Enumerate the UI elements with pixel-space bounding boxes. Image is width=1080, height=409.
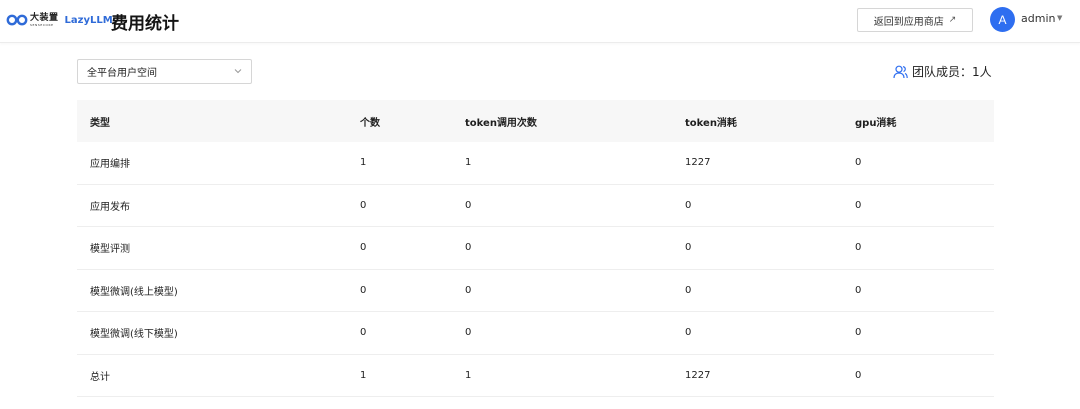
table-cell: 1 <box>465 157 472 169</box>
chevron-down-icon[interactable]: ▼ <box>1057 14 1062 22</box>
table-cell: 模型微调(线下模型) <box>90 329 178 341</box>
avatar[interactable]: A <box>990 7 1015 32</box>
table-cell: 0 <box>855 284 862 296</box>
top-header: 大装置 SENSECORE LazyLLM 费用统计 返回到应用商店 ↗ A a… <box>0 0 1080 43</box>
page-title: 费用统计 <box>111 14 179 34</box>
table-cell: 1 <box>360 157 367 169</box>
sensecore-logo-icon <box>6 14 28 26</box>
table-cell: 0 <box>465 284 472 296</box>
column-header: token消耗 <box>685 117 737 129</box>
back-button-label: 返回到应用商店 <box>873 16 944 28</box>
column-header: gpu消耗 <box>855 117 897 129</box>
table-cell: 0 <box>855 242 862 254</box>
table-row: 模型评测 0 0 0 0 <box>77 227 994 270</box>
logo-cn-text: 大装置 <box>30 12 59 23</box>
table-cell: 0 <box>855 157 862 169</box>
table-cell: 0 <box>685 242 692 254</box>
team-members-label: 团队成员：1人 <box>912 65 992 79</box>
external-arrow-icon: ↗ <box>948 15 957 25</box>
brand-logo[interactable]: 大装置 SENSECORE LazyLLM <box>6 10 113 30</box>
column-header: 个数 <box>360 117 380 129</box>
logo-en-text: SENSECORE <box>30 22 54 27</box>
table-cell: 总计 <box>90 371 110 383</box>
column-header: 类型 <box>90 117 110 129</box>
users-icon <box>893 65 908 78</box>
table-cell: 1227 <box>685 369 711 381</box>
table-cell: 0 <box>465 199 472 211</box>
table-row: 应用编排 1 1 1227 0 <box>77 142 994 185</box>
table-cell: 0 <box>855 199 862 211</box>
team-members-info: 团队成员：1人 <box>893 63 992 80</box>
table-cell: 应用编排 <box>90 159 130 171</box>
table-cell: 0 <box>685 199 692 211</box>
table-header-row: 类型 个数 token调用次数 token消耗 gpu消耗 <box>77 100 994 142</box>
table-cell: 0 <box>360 199 367 211</box>
cost-statistics-table: 类型 个数 token调用次数 token消耗 gpu消耗 应用编排 1 1 1… <box>77 100 994 397</box>
table-cell: 0 <box>465 327 472 339</box>
table-cell: 0 <box>685 327 692 339</box>
column-header: token调用次数 <box>465 117 537 129</box>
logo-product-name: LazyLLM <box>64 14 113 26</box>
table-cell: 1227 <box>685 157 711 169</box>
table-cell: 1 <box>465 369 472 381</box>
table-cell: 0 <box>360 284 367 296</box>
table-cell: 0 <box>685 284 692 296</box>
table-row: 模型微调(线下模型) 0 0 0 0 <box>77 312 994 355</box>
table-cell: 模型评测 <box>90 244 130 256</box>
table-row: 模型微调(线上模型) 0 0 0 0 <box>77 270 994 312</box>
table-row: 应用发布 0 0 0 0 <box>77 185 994 227</box>
table-cell: 0 <box>465 242 472 254</box>
table-cell: 0 <box>855 369 862 381</box>
user-space-select-value: 全平台用户空间 <box>87 68 157 79</box>
chevron-down-icon <box>234 69 242 74</box>
table-cell: 0 <box>360 327 367 339</box>
table-cell: 0 <box>855 327 862 339</box>
table-cell: 1 <box>360 369 367 381</box>
table-cell: 模型微调(线上模型) <box>90 286 178 298</box>
table-row-total: 总计 1 1 1227 0 <box>77 355 994 397</box>
username-label[interactable]: admin <box>1021 12 1055 25</box>
back-to-app-store-button[interactable]: 返回到应用商店 ↗ <box>857 8 973 32</box>
table-cell: 0 <box>360 242 367 254</box>
user-space-select[interactable]: 全平台用户空间 <box>77 59 252 84</box>
table-cell: 应用发布 <box>90 201 130 213</box>
